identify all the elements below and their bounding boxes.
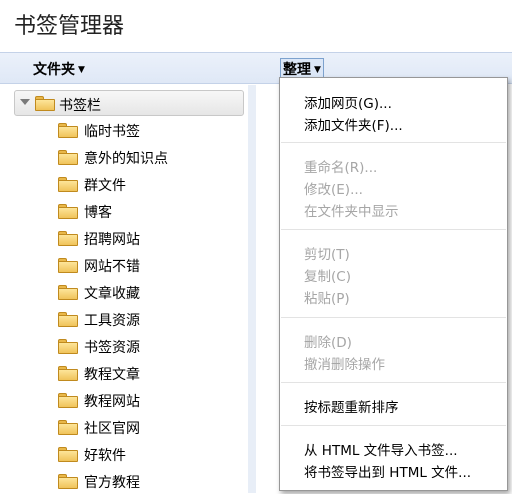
- tree-item-label: 群文件: [84, 178, 126, 194]
- tree-item-label: 招聘网站: [84, 232, 140, 248]
- menu-item-sort-by-title[interactable]: 按标题重新排序: [304, 396, 399, 416]
- menu-item-copy[interactable]: 复制(C): [304, 265, 351, 285]
- menu-item-rename[interactable]: 重命名(R)...: [304, 156, 377, 176]
- menu-separator: [281, 317, 506, 318]
- tree-item-bookmarks-bar[interactable]: 书签栏: [14, 90, 244, 116]
- folder-icon: [58, 420, 78, 435]
- expand-triangle-icon[interactable]: [20, 99, 30, 105]
- tree-item[interactable]: 好软件: [56, 443, 246, 467]
- tree-item[interactable]: 官方教程: [56, 470, 246, 494]
- organize-menu: 添加网页(G)... 添加文件夹(F)... 重命名(R)... 修改(E)..…: [279, 77, 508, 491]
- tree-item[interactable]: 文章收藏: [56, 281, 246, 305]
- folder-icon: [58, 204, 78, 219]
- tree-item[interactable]: 招聘网站: [56, 227, 246, 251]
- tree-item[interactable]: 教程文章: [56, 362, 246, 386]
- folder-icon: [58, 366, 78, 381]
- tree-item[interactable]: 工具资源: [56, 308, 246, 332]
- folder-icon: [58, 177, 78, 192]
- tree-item[interactable]: 群文件: [56, 173, 246, 197]
- folder-icon: [58, 339, 78, 354]
- folder-icon: [58, 393, 78, 408]
- menu-item-delete[interactable]: 删除(D): [304, 331, 352, 351]
- folder-tree: 书签栏 临时书签 意外的知识点 群文件 博客 招聘网站 网站不错 文章收藏 工具…: [0, 85, 248, 493]
- folders-label: 文件夹: [33, 62, 75, 78]
- menu-item-paste[interactable]: 粘贴(P): [304, 287, 350, 307]
- folder-icon: [58, 123, 78, 138]
- menu-item-export-html[interactable]: 将书签导出到 HTML 文件...: [304, 461, 471, 481]
- folders-dropdown-button[interactable]: 文件夹 ▼: [33, 59, 85, 79]
- folder-icon: [58, 150, 78, 165]
- menu-item-add-folder[interactable]: 添加文件夹(F)...: [304, 114, 403, 134]
- tree-item-label: 文章收藏: [84, 286, 140, 302]
- folder-icon: [58, 312, 78, 327]
- pane-splitter[interactable]: [248, 85, 256, 493]
- menu-item-edit[interactable]: 修改(E)...: [304, 178, 363, 198]
- tree-item-label: 意外的知识点: [84, 151, 168, 167]
- menu-item-add-page[interactable]: 添加网页(G)...: [304, 92, 392, 112]
- tree-item-label: 好软件: [84, 448, 126, 464]
- organize-label: 整理: [283, 62, 311, 78]
- caret-down-icon: ▼: [314, 65, 321, 75]
- tree-item[interactable]: 教程网站: [56, 389, 246, 413]
- tree-root-label: 书签栏: [59, 98, 101, 114]
- folder-icon: [58, 447, 78, 462]
- folder-icon: [58, 258, 78, 273]
- folder-icon: [58, 474, 78, 489]
- tree-item-label: 工具资源: [84, 313, 140, 329]
- tree-item-label: 官方教程: [84, 475, 140, 491]
- tree-item[interactable]: 书签资源: [56, 335, 246, 359]
- tree-item[interactable]: 意外的知识点: [56, 146, 246, 170]
- folder-icon: [58, 231, 78, 246]
- menu-item-import-html[interactable]: 从 HTML 文件导入书签...: [304, 439, 458, 459]
- tree-item-label: 教程文章: [84, 367, 140, 383]
- caret-down-icon: ▼: [78, 65, 85, 75]
- menu-separator: [281, 425, 506, 426]
- tree-item-label: 网站不错: [84, 259, 140, 275]
- menu-item-undo-delete[interactable]: 撤消删除操作: [304, 353, 385, 373]
- open-folder-icon: [35, 96, 55, 111]
- menu-separator: [281, 142, 506, 143]
- menu-separator: [281, 229, 506, 230]
- menu-item-show-in-folder[interactable]: 在文件夹中显示: [304, 200, 399, 220]
- folder-icon: [58, 285, 78, 300]
- menu-item-cut[interactable]: 剪切(T): [304, 243, 350, 263]
- tree-item-label: 教程网站: [84, 394, 140, 410]
- tree-item-label: 临时书签: [84, 124, 140, 140]
- tree-item-label: 博客: [84, 205, 112, 221]
- tree-item[interactable]: 临时书签: [56, 119, 246, 143]
- tree-item-label: 书签资源: [84, 340, 140, 356]
- tree-item[interactable]: 网站不错: [56, 254, 246, 278]
- tree-item[interactable]: 社区官网: [56, 416, 246, 440]
- tree-item[interactable]: 博客: [56, 200, 246, 224]
- menu-separator: [281, 382, 506, 383]
- page-title: 书签管理器: [14, 14, 125, 39]
- tree-item-label: 社区官网: [84, 421, 140, 437]
